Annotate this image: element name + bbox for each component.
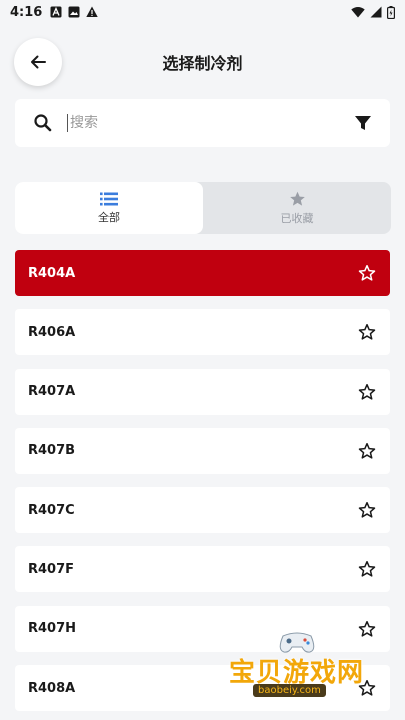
refrigerant-name: R404A (28, 265, 76, 281)
refrigerant-list: R404A R406A R407A R407B R407C R407F R407… (15, 250, 390, 720)
list-icon (100, 192, 118, 205)
tab-switcher: 全部 已收藏 (15, 182, 391, 234)
star-outline-icon[interactable] (358, 264, 376, 282)
notification-image-icon (68, 6, 80, 18)
list-item[interactable]: R406A (15, 309, 390, 356)
list-item[interactable]: R404A (15, 250, 390, 296)
status-right (351, 5, 395, 19)
star-outline-icon[interactable] (358, 442, 376, 460)
wifi-icon (351, 7, 365, 18)
list-item[interactable]: R407H (15, 605, 390, 652)
refrigerant-name: R408A (28, 680, 76, 696)
refrigerant-name: R407H (28, 621, 77, 637)
warning-icon (86, 6, 99, 17)
tab-all[interactable]: 全部 (15, 182, 203, 234)
notification-a-icon (50, 6, 62, 18)
refrigerant-name: R407F (28, 561, 75, 577)
star-outline-icon[interactable] (358, 383, 376, 401)
star-outline-icon[interactable] (358, 501, 376, 519)
search-bar (15, 99, 390, 147)
star-outline-icon[interactable] (358, 560, 376, 578)
page-title: 选择制冷剂 (162, 54, 243, 73)
header: 选择制冷剂 (0, 36, 405, 88)
star-outline-icon[interactable] (358, 620, 376, 638)
star-outline-icon[interactable] (358, 323, 376, 341)
list-item[interactable]: R407B (15, 427, 390, 474)
refrigerant-name: R406A (28, 324, 76, 340)
refrigerant-name: R407A (28, 384, 76, 400)
status-bar: 4:16 (0, 0, 405, 24)
refrigerant-name: R407C (28, 502, 75, 518)
search-input[interactable] (67, 114, 327, 132)
tab-favorites-label: 已收藏 (280, 211, 314, 225)
list-item[interactable]: R407A (15, 368, 390, 415)
list-item[interactable]: R408A (15, 665, 390, 712)
tab-all-label: 全部 (98, 210, 120, 224)
search-icon (34, 114, 52, 132)
filter-icon[interactable] (354, 114, 372, 132)
status-time: 4:16 (10, 4, 43, 20)
star-outline-icon[interactable] (358, 679, 376, 697)
battery-icon (387, 5, 395, 19)
list-item[interactable]: R407C (15, 487, 390, 534)
signal-icon (370, 6, 382, 18)
refrigerant-name: R407B (28, 443, 76, 459)
star-filled-icon (289, 191, 305, 206)
tab-favorites[interactable]: 已收藏 (203, 182, 391, 234)
list-item[interactable]: R407F (15, 546, 390, 593)
